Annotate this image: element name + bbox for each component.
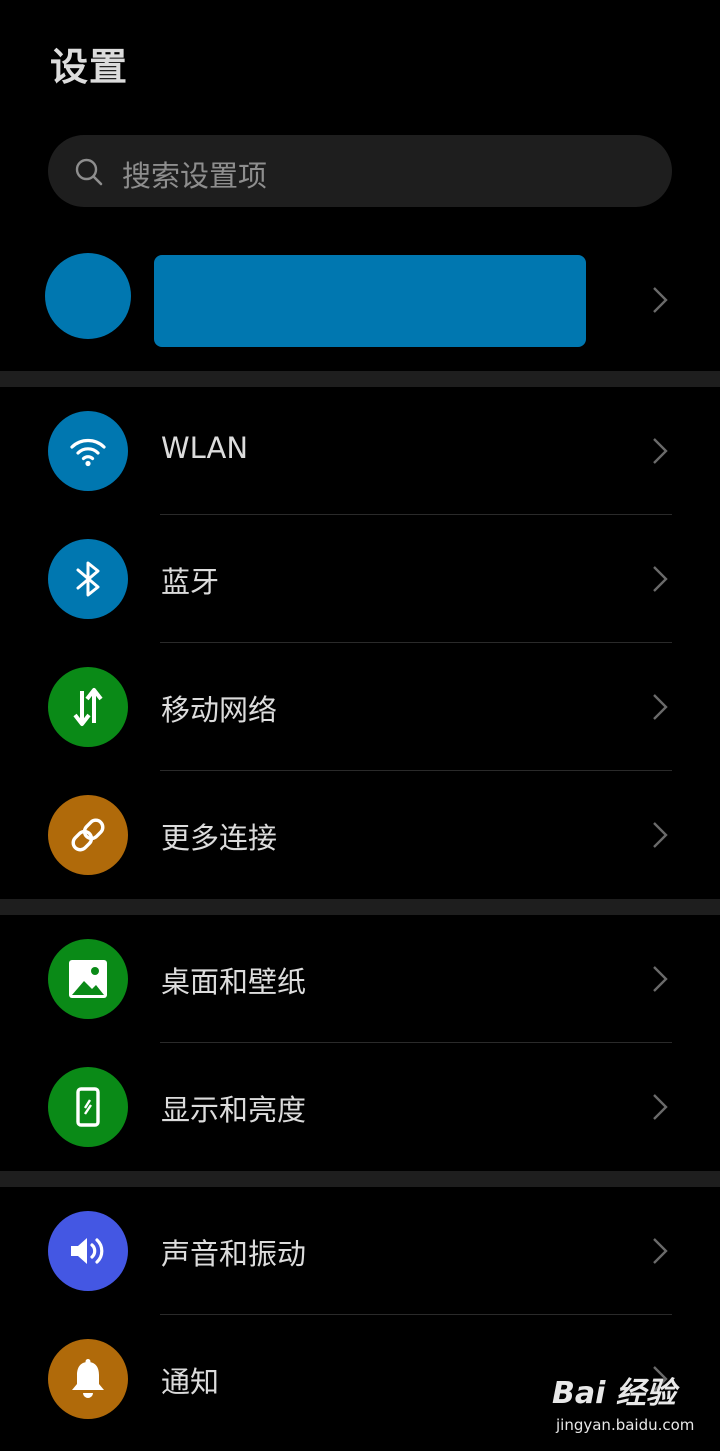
settings-item-sound[interactable]: 声音和振动 [0, 1187, 720, 1315]
settings-item-label: 声音和振动 [161, 1237, 307, 1271]
link-icon [48, 795, 128, 875]
avatar [45, 253, 131, 339]
account-name-redacted [154, 255, 586, 347]
bluetooth-icon [48, 539, 128, 619]
chevron-right-icon [652, 1093, 668, 1121]
chevron-right-icon [652, 286, 668, 314]
baidu-jingyan-watermark: Bai 经验 jingyan.baidu.com [552, 1368, 712, 1440]
group-separator [0, 371, 720, 387]
chevron-right-icon [652, 565, 668, 593]
settings-item-label: WLAN [161, 431, 249, 465]
mobile-data-icon [48, 667, 128, 747]
settings-item-wallpaper[interactable]: 桌面和壁纸 [0, 915, 720, 1043]
bell-icon [48, 1339, 128, 1419]
search-placeholder: 搜索设置项 [122, 159, 268, 193]
settings-item-label: 通知 [161, 1365, 220, 1399]
sound-icon [48, 1211, 128, 1291]
display-icon [48, 1067, 128, 1147]
watermark-logo-text: Bai 经验 [552, 1376, 676, 1411]
settings-item-display[interactable]: 显示和亮度 [0, 1043, 720, 1171]
settings-item-label: 更多连接 [161, 821, 278, 855]
settings-item-label: 显示和亮度 [161, 1093, 307, 1127]
wallpaper-icon [48, 939, 128, 1019]
settings-item-mobile-network[interactable]: 移动网络 [0, 643, 720, 771]
chevron-right-icon [652, 437, 668, 465]
chevron-right-icon [652, 693, 668, 721]
settings-item-label: 桌面和壁纸 [161, 965, 307, 999]
search-bar[interactable]: 搜索设置项 [48, 135, 672, 207]
search-icon [75, 158, 103, 186]
settings-item-label: 蓝牙 [161, 565, 220, 599]
settings-item-bluetooth[interactable]: 蓝牙 [0, 515, 720, 643]
chevron-right-icon [652, 821, 668, 849]
settings-item-wlan[interactable]: WLAN [0, 387, 720, 515]
group-separator [0, 899, 720, 915]
chevron-right-icon [652, 965, 668, 993]
watermark-url: jingyan.baidu.com [556, 1416, 695, 1434]
group-separator [0, 1171, 720, 1187]
settings-page: 设置 搜索设置项 WLAN 蓝牙 移动网络 更多连接 桌面和壁纸 显示和亮度 声… [0, 0, 720, 1451]
settings-item-label: 移动网络 [161, 693, 278, 727]
chevron-right-icon [652, 1237, 668, 1265]
wifi-icon [48, 411, 128, 491]
settings-item-more-connections[interactable]: 更多连接 [0, 771, 720, 899]
page-title: 设置 [50, 45, 129, 89]
account-row[interactable] [0, 240, 720, 370]
